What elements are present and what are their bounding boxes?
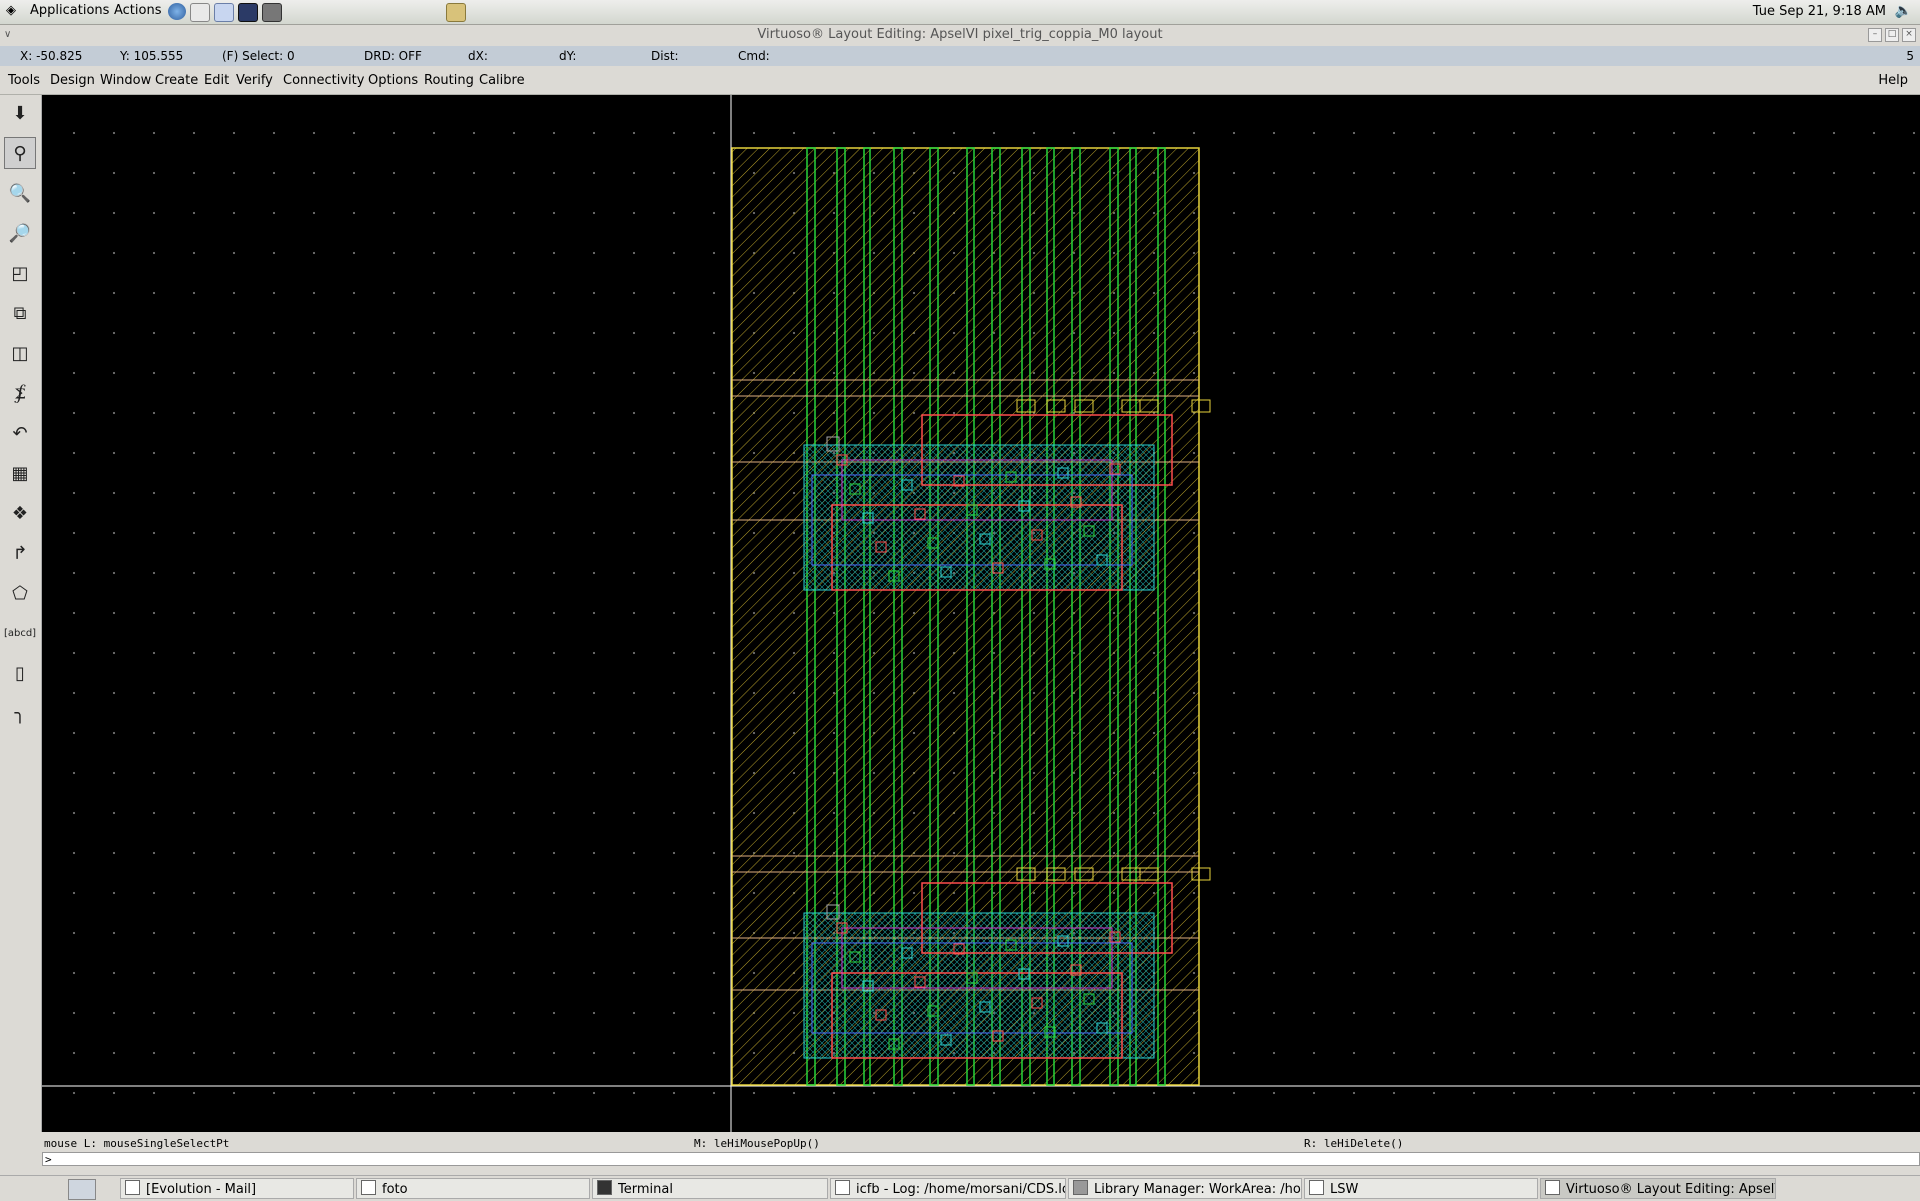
- window-number: 5: [1906, 49, 1914, 63]
- command-prompt: >: [45, 1153, 52, 1166]
- task-label: foto: [382, 1182, 408, 1197]
- menu-calibre[interactable]: Calibre: [479, 68, 525, 94]
- task-terminal[interactable]: Terminal: [592, 1178, 828, 1199]
- tool-palette: ⬇ ⚲ 🔍 🔎 ◰ ⧉ ◫ ⨋ ↶ ▦ ❖ ↱ ⬠ [abcd] ▯ ╮: [0, 95, 42, 1132]
- menu-routing[interactable]: Routing: [424, 68, 474, 94]
- undo-icon[interactable]: ↶: [4, 417, 36, 449]
- mail-icon: [125, 1180, 140, 1195]
- close-button[interactable]: ×: [1902, 28, 1916, 42]
- mouse-right-binding: R: leHiDelete(): [1304, 1137, 1404, 1150]
- volume-icon[interactable]: 🔈: [1895, 3, 1912, 19]
- window-icon: [1545, 1180, 1560, 1195]
- menu-connectivity[interactable]: Connectivity: [283, 68, 364, 94]
- menu-design[interactable]: Design: [50, 68, 95, 94]
- globe-icon[interactable]: [168, 3, 186, 20]
- diffusion-region: [803, 444, 1155, 591]
- task-lsw[interactable]: LSW: [1304, 1178, 1538, 1199]
- maximize-button[interactable]: □: [1885, 28, 1899, 42]
- task-label: Virtuoso® Layout Editing: ApselVI p: [1566, 1182, 1775, 1197]
- task-label: LSW: [1330, 1182, 1359, 1197]
- actions-menu[interactable]: Actions: [114, 3, 162, 18]
- window-title: Virtuoso® Layout Editing: ApselVI pixel_…: [757, 27, 1163, 42]
- stretch-icon[interactable]: ◰: [4, 257, 36, 289]
- top-panel: ◈ Applications Actions Tue Sep 21, 9:18 …: [0, 0, 1920, 25]
- x-coordinate: X: -50.825: [20, 49, 83, 63]
- save-icon[interactable]: ⬇: [4, 97, 36, 129]
- terminal-icon: [597, 1180, 612, 1195]
- window-menu-chevron-icon[interactable]: ∨: [4, 25, 11, 45]
- copy-icon[interactable]: ⧉: [4, 297, 36, 329]
- move-icon[interactable]: ◫: [4, 337, 36, 369]
- menu-options[interactable]: Options: [368, 68, 418, 94]
- clock[interactable]: Tue Sep 21, 9:18 AM: [1753, 4, 1886, 19]
- task-label: [Evolution - Mail]: [146, 1182, 257, 1197]
- menu-verify[interactable]: Verify: [236, 68, 273, 94]
- mail-icon[interactable]: [190, 3, 210, 22]
- layout-drawing: [42, 95, 1920, 1132]
- task-label: icfb - Log: /home/morsani/CDS.lo: [856, 1182, 1066, 1197]
- dy-readout: dY:: [559, 49, 577, 63]
- select-count: (F) Select: 0: [222, 49, 295, 63]
- applications-menu[interactable]: Applications: [30, 3, 109, 18]
- show-desktop-icon[interactable]: [68, 1179, 96, 1200]
- ruler-icon[interactable]: ▦: [4, 457, 36, 489]
- menu-tools[interactable]: Tools: [8, 68, 40, 94]
- zoom-in-icon[interactable]: 🔍: [4, 177, 36, 209]
- editor-icon[interactable]: [214, 3, 234, 22]
- task-label: Library Manager: WorkArea: /home: [1094, 1182, 1302, 1197]
- mouse-bindings-bar: mouse L: mouseSingleSelectPt M: leHiMous…: [42, 1136, 1920, 1152]
- drd-status: DRD: OFF: [364, 49, 422, 63]
- y-coordinate: Y: 105.555: [120, 49, 184, 63]
- notes-icon[interactable]: [446, 3, 466, 22]
- wire-icon[interactable]: ⨋: [4, 377, 36, 409]
- task-virtuoso-layout[interactable]: Virtuoso® Layout Editing: ApselVI p: [1540, 1178, 1776, 1199]
- zoom-out-icon[interactable]: 🔎: [4, 217, 36, 249]
- camera-icon[interactable]: [262, 3, 282, 22]
- window-titlebar[interactable]: ∨ Virtuoso® Layout Editing: ApselVI pixe…: [0, 25, 1920, 45]
- library-icon: [1073, 1180, 1088, 1195]
- layout-canvas[interactable]: [42, 95, 1920, 1132]
- mouse-middle-binding: M: leHiMousePopUp(): [694, 1137, 820, 1150]
- mouse-left-binding: mouse L: mouseSingleSelectPt: [44, 1137, 230, 1150]
- dist-readout: Dist:: [651, 49, 679, 63]
- menu-create[interactable]: Create: [155, 68, 198, 94]
- path-icon[interactable]: ↱: [4, 537, 36, 569]
- command-input[interactable]: >: [42, 1152, 1920, 1166]
- window-icon: [835, 1180, 850, 1195]
- polygon-icon[interactable]: ⬠: [4, 577, 36, 609]
- foot-icon[interactable]: ◈: [6, 3, 16, 18]
- task-evolution-mail[interactable]: [Evolution - Mail]: [120, 1178, 354, 1199]
- rectangle-icon[interactable]: ▯: [4, 657, 36, 689]
- cmd-readout: Cmd:: [738, 49, 770, 63]
- editor-icon: [361, 1180, 376, 1195]
- menu-help[interactable]: Help: [1878, 68, 1908, 94]
- menu-bar: Tools Design Window Create Edit Verify C…: [0, 68, 1920, 95]
- coordinate-status-bar: X: -50.825 Y: 105.555 (F) Select: 0 DRD:…: [0, 46, 1920, 66]
- zoom-fit-icon[interactable]: ⚲: [4, 137, 36, 169]
- via-icon[interactable]: ❖: [4, 497, 36, 529]
- menu-edit[interactable]: Edit: [204, 68, 229, 94]
- dx-readout: dX:: [468, 49, 488, 63]
- task-library-manager[interactable]: Library Manager: WorkArea: /home: [1068, 1178, 1302, 1199]
- diffusion-region: [803, 912, 1155, 1059]
- task-icfb-log[interactable]: icfb - Log: /home/morsani/CDS.lo: [830, 1178, 1066, 1199]
- measure-icon[interactable]: ╮: [4, 697, 36, 729]
- task-foto[interactable]: foto: [356, 1178, 590, 1199]
- task-label: Terminal: [618, 1182, 673, 1197]
- window-icon: [1309, 1180, 1324, 1195]
- terminal-icon[interactable]: [238, 3, 258, 22]
- menu-window[interactable]: Window: [100, 68, 151, 94]
- minimize-button[interactable]: –: [1868, 28, 1882, 42]
- bottom-taskbar: [Evolution - Mail] foto Terminal icfb - …: [0, 1175, 1920, 1201]
- label-icon[interactable]: [abcd]: [4, 617, 36, 649]
